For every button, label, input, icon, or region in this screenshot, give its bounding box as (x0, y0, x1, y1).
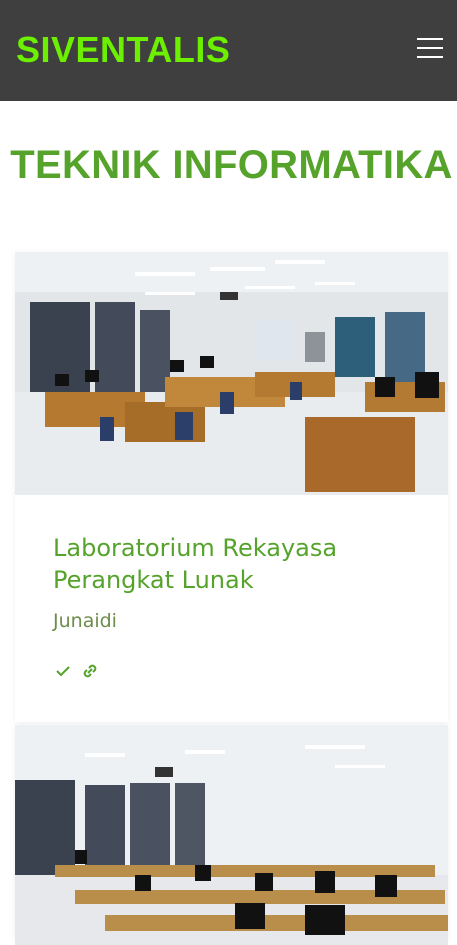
top-navbar: SIVENTALIS (0, 0, 457, 101)
check-icon[interactable] (55, 663, 71, 679)
lab-card[interactable] (15, 725, 448, 945)
link-icon[interactable] (82, 663, 98, 679)
lab-person-name: Junaidi (53, 610, 117, 632)
lab-action-icons (55, 660, 104, 680)
lab-photo[interactable] (15, 252, 448, 495)
hamburger-menu-icon[interactable] (417, 38, 443, 62)
lab-photo[interactable] (15, 725, 448, 945)
lab-card[interactable]: Laboratorium Rekayasa Perangkat Lunak Ju… (15, 252, 448, 722)
brand-logo-text[interactable]: SIVENTALIS (16, 30, 230, 70)
page-title: TEKNIK INFORMATIKA (10, 143, 453, 187)
lab-title[interactable]: Laboratorium Rekayasa Perangkat Lunak (53, 532, 423, 596)
